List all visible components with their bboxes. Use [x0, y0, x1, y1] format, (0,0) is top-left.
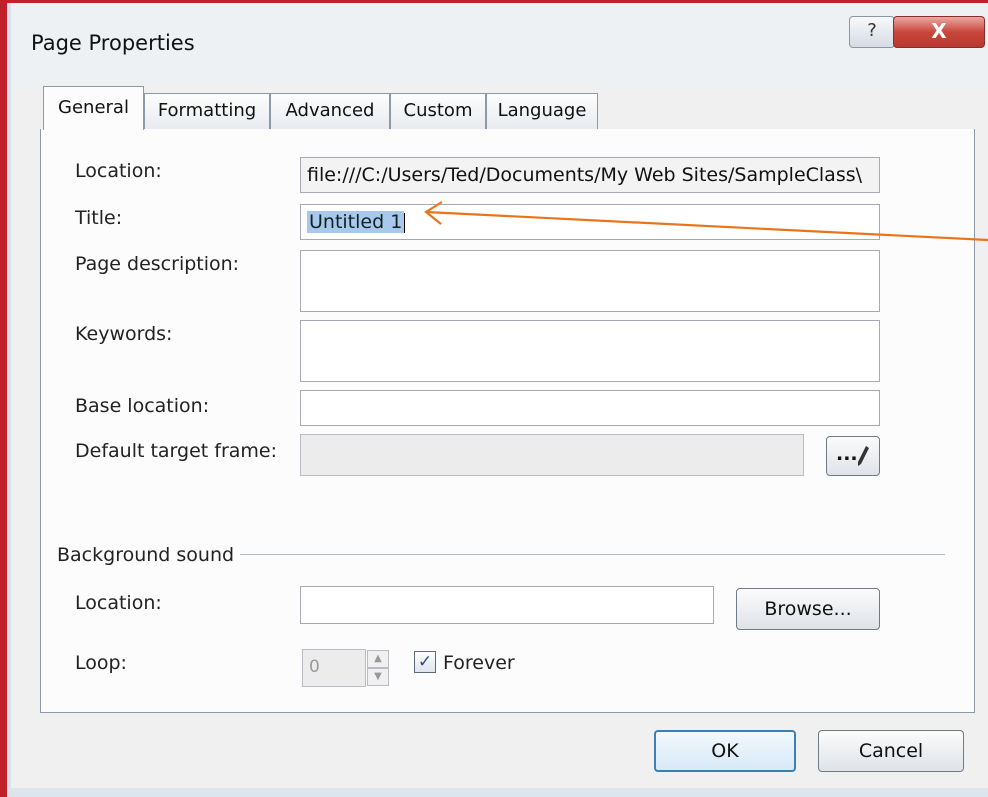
sound-location-input[interactable]: [300, 586, 714, 624]
tab-label: Language: [497, 100, 587, 121]
sound-location-label: Location:: [75, 592, 162, 614]
target-frame-button[interactable]: ...: [826, 436, 880, 476]
checkmark-icon: ✓: [417, 652, 433, 672]
location-label: Location:: [75, 160, 162, 182]
ok-button[interactable]: OK: [654, 730, 796, 772]
base-location-input[interactable]: [300, 390, 880, 426]
page-description-label: Page description:: [75, 253, 240, 275]
window-frame-inner-left: [7, 3, 11, 797]
help-icon: ?: [867, 20, 877, 41]
loop-spin-down: ▼: [367, 668, 389, 686]
loop-label: Loop:: [75, 652, 127, 674]
default-target-frame-label: Default target frame:: [75, 440, 278, 462]
title-label: Title:: [75, 207, 123, 229]
forever-label[interactable]: Forever: [443, 652, 515, 674]
browse-button[interactable]: Browse...: [736, 588, 880, 630]
keywords-input[interactable]: [300, 320, 880, 382]
location-field[interactable]: file:///C:/Users/Ted/Documents/My Web Si…: [300, 157, 880, 193]
window-frame-left: [0, 0, 7, 797]
title-bar: Page Properties ? X: [11, 3, 988, 83]
ellipsis-text: ...: [836, 443, 858, 465]
page-description-input[interactable]: [300, 250, 880, 312]
tab-language[interactable]: Language: [486, 93, 598, 129]
help-button[interactable]: ?: [849, 16, 895, 48]
title-selected-text: Untitled 1: [307, 211, 405, 233]
tab-formatting[interactable]: Formatting: [144, 93, 270, 129]
loop-count-input: 0: [302, 649, 366, 687]
pencil-icon: [858, 446, 869, 466]
close-button[interactable]: X: [893, 16, 985, 48]
tab-label: General: [58, 97, 129, 118]
cancel-label: Cancel: [858, 740, 924, 762]
tab-label: Advanced: [285, 100, 375, 121]
tab-label: Formatting: [157, 100, 257, 121]
tab-label: Custom: [403, 100, 473, 121]
text-caret: [404, 212, 406, 233]
tab-custom[interactable]: Custom: [390, 93, 486, 129]
group-divider: [240, 554, 945, 555]
loop-spin-up: ▲: [367, 650, 389, 668]
cancel-button[interactable]: Cancel: [818, 730, 964, 772]
default-target-frame-input: [300, 434, 804, 476]
loop-count-value: 0: [309, 657, 320, 677]
tab-advanced[interactable]: Advanced: [270, 93, 390, 129]
browse-label: Browse...: [764, 598, 852, 620]
title-input[interactable]: Untitled 1: [300, 204, 880, 240]
close-icon: X: [931, 19, 947, 43]
window-frame-bottom: [7, 788, 988, 797]
ok-label: OK: [711, 740, 739, 762]
tab-general[interactable]: General: [43, 86, 144, 130]
forever-checkbox[interactable]: ✓: [414, 651, 436, 673]
window-title: Page Properties: [31, 31, 195, 55]
background-sound-group-label: Background sound: [57, 544, 235, 566]
location-value: file:///C:/Users/Ted/Documents/My Web Si…: [307, 164, 863, 186]
base-location-label: Base location:: [75, 395, 210, 417]
keywords-label: Keywords:: [75, 323, 173, 345]
